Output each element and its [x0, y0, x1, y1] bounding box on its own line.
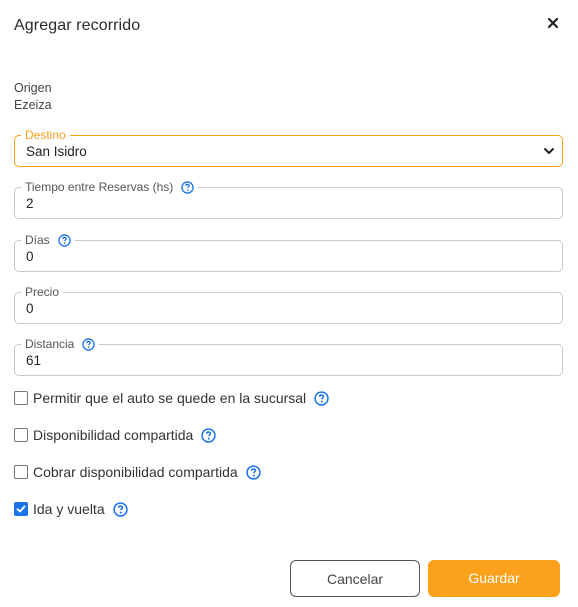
precio-label: Precio [21, 285, 64, 299]
tiempo-value: 2 [26, 196, 34, 211]
precio-input[interactable]: Precio 0 [14, 285, 563, 324]
origin-value: Ezeiza [14, 98, 52, 112]
help-icon[interactable] [245, 464, 261, 480]
help-icon[interactable] [314, 390, 329, 406]
checkbox-ida-vuelta[interactable]: Ida y vuelta [14, 501, 128, 517]
distancia-label: Distancia [21, 337, 100, 351]
checkbox-permitir[interactable]: Permitir que el auto se quede en la sucu… [14, 390, 329, 406]
checkbox-box[interactable] [14, 465, 28, 479]
help-icon[interactable] [112, 501, 128, 517]
distancia-label-text: Distancia [25, 337, 75, 351]
dialog-title: Agregar recorrido [14, 17, 141, 34]
check-icon [16, 505, 26, 513]
dias-label-text: Días [25, 233, 50, 247]
precio-value: 0 [26, 301, 34, 316]
checkbox-box[interactable] [14, 428, 28, 442]
destino-select[interactable]: Destino San Isidro [14, 128, 563, 167]
checkbox-cobrar[interactable]: Cobrar disponibilidad compartida [14, 464, 261, 480]
distancia-value: 61 [26, 353, 42, 368]
dias-input[interactable]: Días 0 [14, 233, 563, 272]
save-button[interactable]: Guardar [428, 560, 560, 597]
help-icon[interactable] [181, 180, 195, 194]
checkbox-box-checked[interactable] [14, 502, 28, 516]
checkbox-disponibilidad[interactable]: Disponibilidad compartida [14, 427, 216, 443]
checkbox-label: Cobrar disponibilidad compartida [33, 464, 238, 480]
precio-label-text: Precio [25, 285, 60, 299]
tiempo-label-text: Tiempo entre Reservas (hs) [25, 180, 174, 194]
checkbox-label: Permitir que el auto se quede en la sucu… [33, 390, 307, 406]
help-icon[interactable] [57, 233, 71, 247]
help-icon[interactable] [82, 337, 96, 351]
distancia-input[interactable]: Distancia 61 [14, 337, 563, 376]
tiempo-label: Tiempo entre Reservas (hs) [21, 180, 199, 194]
destino-label: Destino [21, 128, 70, 142]
chevron-down-icon [544, 148, 554, 154]
help-icon[interactable] [201, 427, 216, 443]
dias-label: Días [21, 233, 75, 247]
cancel-button[interactable]: Cancelar [290, 560, 420, 597]
close-icon[interactable] [546, 16, 562, 32]
dias-value: 0 [26, 249, 34, 264]
checkbox-box[interactable] [14, 391, 28, 405]
destino-value: San Isidro [26, 144, 87, 159]
checkbox-label: Ida y vuelta [33, 501, 105, 517]
origin-label: Origen [14, 81, 52, 95]
tiempo-input[interactable]: Tiempo entre Reservas (hs) 2 [14, 180, 563, 219]
destino-label-text: Destino [25, 128, 66, 142]
checkbox-label: Disponibilidad compartida [33, 427, 194, 443]
